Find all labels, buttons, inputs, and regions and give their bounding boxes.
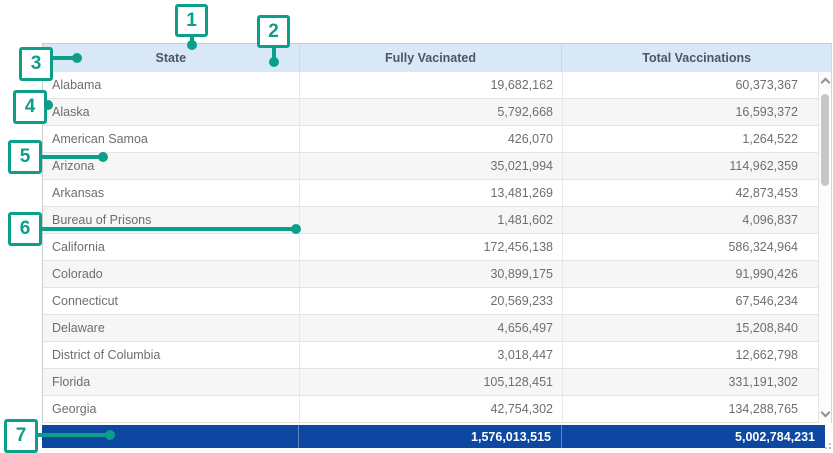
table-row[interactable]: Delaware 4,656,497 15,208,840 xyxy=(43,315,831,342)
cell-total: 4,096,837 xyxy=(563,207,807,233)
callout-2-marker: 2 xyxy=(257,15,290,48)
cell-state: Florida xyxy=(43,369,300,395)
annotated-table-screenshot: State Fully Vacinated Total Vaccinations… xyxy=(0,0,833,453)
table-row[interactable]: Arkansas 13,481,269 42,873,453 xyxy=(43,180,831,207)
cell-fully: 5,792,668 xyxy=(300,99,563,125)
table-row[interactable]: Colorado 30,899,175 91,990,426 xyxy=(43,261,831,288)
callout-4-marker: 4 xyxy=(13,90,47,124)
table-body: Alabama 19,682,162 60,373,367 Alaska 5,7… xyxy=(43,72,831,423)
cell-state: Colorado xyxy=(43,261,300,287)
cell-total: 114,962,359 xyxy=(563,153,807,179)
cell-total: 16,593,372 xyxy=(563,99,807,125)
callout-5-marker: 5 xyxy=(8,140,42,174)
resize-grip-icon[interactable] xyxy=(829,447,831,449)
cell-fully: 13,481,269 xyxy=(300,180,563,206)
cell-fully: 30,899,175 xyxy=(300,261,563,287)
cell-fully: 426,070 xyxy=(300,126,563,152)
table-row[interactable]: Arizona 35,021,994 114,962,359 xyxy=(43,153,831,180)
callout-1-dot xyxy=(187,40,197,50)
cell-state: Alaska xyxy=(43,99,300,125)
vertical-scrollbar[interactable] xyxy=(818,72,831,423)
cell-total: 12,662,798 xyxy=(563,342,807,368)
table-widget: State Fully Vacinated Total Vaccinations… xyxy=(42,43,832,423)
cell-fully: 20,569,233 xyxy=(300,288,563,314)
callout-1-marker: 1 xyxy=(175,4,208,37)
cell-state: American Samoa xyxy=(43,126,300,152)
table-row[interactable]: District of Columbia 3,018,447 12,662,79… xyxy=(43,342,831,369)
cell-total: 134,288,765 xyxy=(563,396,807,422)
cell-total: 586,324,964 xyxy=(563,234,807,260)
summary-fully-total: 1,576,013,515 xyxy=(299,425,562,448)
column-header-total-vaccinations[interactable]: Total Vaccinations xyxy=(562,44,831,72)
callout-3-dot xyxy=(72,53,82,63)
cell-fully: 42,754,302 xyxy=(300,396,563,422)
table-row[interactable]: California 172,456,138 586,324,964 xyxy=(43,234,831,261)
cell-total: 42,873,453 xyxy=(563,180,807,206)
summary-vaccinations-total: 5,002,784,231 xyxy=(562,425,825,448)
table-header-row: State Fully Vacinated Total Vaccinations xyxy=(43,44,831,72)
cell-state: Arkansas xyxy=(43,180,300,206)
callout-7-marker: 7 xyxy=(4,419,38,453)
cell-fully: 3,018,447 xyxy=(300,342,563,368)
table-row[interactable]: Alabama 19,682,162 60,373,367 xyxy=(43,72,831,99)
table-row[interactable]: Connecticut 20,569,233 67,546,234 xyxy=(43,288,831,315)
cell-fully: 19,682,162 xyxy=(300,72,563,98)
cell-fully: 105,128,451 xyxy=(300,369,563,395)
callout-5-dot xyxy=(98,152,108,162)
cell-total: 15,208,840 xyxy=(563,315,807,341)
cell-state: Georgia xyxy=(43,396,300,422)
cell-fully: 35,021,994 xyxy=(300,153,563,179)
callout-6-line xyxy=(41,227,294,231)
cell-total: 67,546,234 xyxy=(563,288,807,314)
cell-total: 91,990,426 xyxy=(563,261,807,287)
cell-total: 331,191,302 xyxy=(563,369,807,395)
callout-6-marker: 6 xyxy=(8,212,42,246)
table-row[interactable]: American Samoa 426,070 1,264,522 xyxy=(43,126,831,153)
callout-7-line xyxy=(37,433,107,437)
cell-total: 1,264,522 xyxy=(563,126,807,152)
cell-state: Connecticut xyxy=(43,288,300,314)
cell-state: Delaware xyxy=(43,315,300,341)
callout-5-line xyxy=(41,155,101,159)
callout-3-marker: 3 xyxy=(19,47,53,81)
cell-total: 60,373,367 xyxy=(563,72,807,98)
scrollbar-thumb[interactable] xyxy=(821,94,829,186)
cell-fully: 172,456,138 xyxy=(300,234,563,260)
cell-fully: 1,481,602 xyxy=(300,207,563,233)
table-row[interactable]: Alaska 5,792,668 16,593,372 xyxy=(43,99,831,126)
cell-state: District of Columbia xyxy=(43,342,300,368)
summary-row: 1,576,013,515 5,002,784,231 xyxy=(42,425,825,448)
cell-fully: 4,656,497 xyxy=(300,315,563,341)
scroll-down-icon[interactable] xyxy=(821,408,831,418)
callout-3-line xyxy=(52,56,74,60)
cell-state: California xyxy=(43,234,300,260)
callout-7-dot xyxy=(105,430,115,440)
table-row[interactable]: Florida 105,128,451 331,191,302 xyxy=(43,369,831,396)
callout-2-dot xyxy=(269,57,279,67)
cell-state: Alabama xyxy=(43,72,300,98)
table-row[interactable]: Georgia 42,754,302 134,288,765 xyxy=(43,396,831,423)
column-header-fully-vacinated[interactable]: Fully Vacinated xyxy=(300,44,563,72)
scroll-up-icon[interactable] xyxy=(821,78,831,88)
callout-6-dot xyxy=(291,224,301,234)
